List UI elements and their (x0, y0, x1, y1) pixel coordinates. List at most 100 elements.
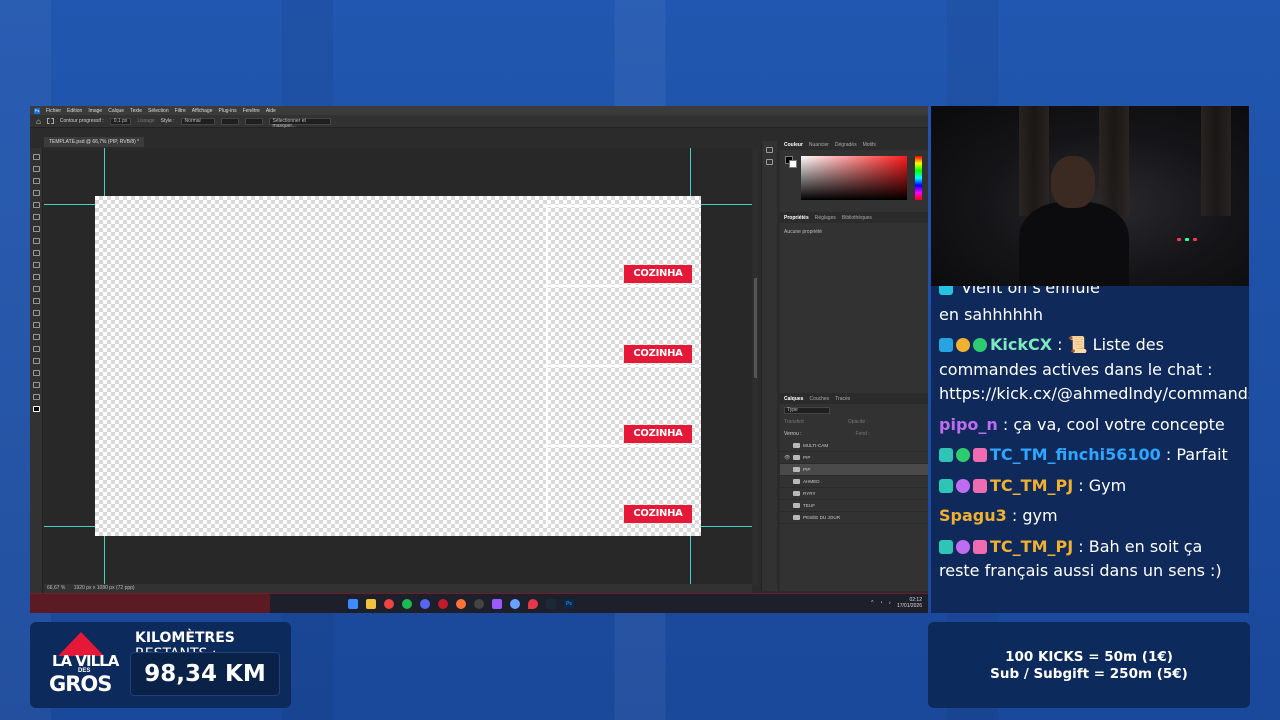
firefox-icon[interactable] (456, 599, 466, 609)
zoom-tool-icon[interactable] (32, 394, 40, 400)
chat-username[interactable]: Spagu3 (939, 506, 1007, 525)
gradient-tool-icon[interactable] (32, 298, 40, 304)
layer-filter-select[interactable]: Type (784, 406, 830, 414)
tab-libraries[interactable]: Bibliothèques (842, 215, 872, 221)
color-swatches-icon[interactable] (32, 406, 40, 412)
chat-username[interactable]: TC_TM_PJ (990, 476, 1073, 495)
menu-filter[interactable]: Filtre (175, 108, 186, 114)
crop-tool-icon[interactable] (32, 202, 40, 208)
slot-label: COZINHA (624, 505, 692, 523)
obs-icon[interactable] (474, 599, 484, 609)
type-tool-icon[interactable] (32, 346, 40, 352)
vertical-scrollbar[interactable] (753, 148, 758, 585)
visibility-eye-icon[interactable]: 👁 (784, 455, 790, 461)
tab-paths[interactable]: Tracés (835, 396, 850, 402)
healing-tool-icon[interactable] (32, 238, 40, 244)
frame-tool-icon[interactable] (32, 214, 40, 220)
marquee-tool-icon[interactable] (32, 166, 40, 172)
spotify-icon[interactable] (402, 599, 412, 609)
blend-mode-select[interactable]: Transfert (784, 419, 804, 425)
hue-slider[interactable] (915, 156, 922, 200)
photoshop-taskbar-icon[interactable]: Ps (564, 599, 574, 609)
brush-tool-icon[interactable] (32, 250, 40, 256)
menu-file[interactable]: Fichier (46, 108, 61, 114)
shape-tool-icon[interactable] (32, 370, 40, 376)
file-explorer-icon[interactable] (366, 599, 376, 609)
chevron-up-icon[interactable]: ^ (871, 600, 873, 606)
menu-layer[interactable]: Calque (108, 108, 124, 114)
canvas-area[interactable]: COZINHA COZINHA COZINHA COZINHA (44, 148, 752, 585)
menu-select[interactable]: Sélection (148, 108, 169, 114)
steam-icon[interactable] (546, 599, 556, 609)
volume-icon[interactable]: ♪ (888, 600, 891, 606)
wifi-icon[interactable]: ◔ (879, 600, 882, 606)
tab-swatches[interactable]: Nuancier (809, 142, 829, 148)
menu-plugins[interactable]: Plug-ins (219, 108, 237, 114)
discord-icon[interactable] (420, 599, 430, 609)
tier-badge-icon (956, 539, 970, 554)
pip-slot: COZINHA (546, 205, 701, 285)
start-icon[interactable] (348, 599, 358, 609)
stamp-tool-icon[interactable] (32, 262, 40, 268)
hand-tool-icon[interactable] (32, 382, 40, 388)
document-tab[interactable]: TEMPLATE.psd @ 66,7% (PIP, RVB/8) * (44, 137, 145, 147)
dodge-tool-icon[interactable] (32, 322, 40, 328)
tab-color[interactable]: Couleur (784, 142, 803, 148)
wand-tool-icon[interactable] (32, 190, 40, 196)
tab-channels[interactable]: Couches (809, 396, 829, 402)
app-icon[interactable] (510, 599, 520, 609)
menu-image[interactable]: Image (88, 108, 102, 114)
layer-row[interactable]: TEUF (780, 500, 928, 512)
eraser-tool-icon[interactable] (32, 286, 40, 292)
history-brush-icon[interactable] (32, 274, 40, 280)
layer-row[interactable]: AHMED (780, 476, 928, 488)
menu-window[interactable]: Fenêtre (243, 108, 260, 114)
tab-patterns[interactable]: Motifs (863, 142, 876, 148)
layer-row[interactable]: PESÉE DU JOUR (780, 512, 928, 524)
app-icon[interactable] (492, 599, 502, 609)
chrome-icon[interactable] (384, 599, 394, 609)
layer-row-selected[interactable]: PIP (780, 464, 928, 476)
history-panel-icon[interactable] (766, 147, 773, 153)
chat-username[interactable]: TC_TM_PJ (990, 537, 1073, 556)
eyedropper-tool-icon[interactable] (32, 226, 40, 232)
path-select-icon[interactable] (32, 358, 40, 364)
zoom-level[interactable]: 66,67 % (47, 585, 65, 591)
pen-tool-icon[interactable] (32, 334, 40, 340)
document-canvas[interactable]: COZINHA COZINHA COZINHA COZINHA (95, 196, 701, 536)
lasso-tool-icon[interactable] (32, 178, 40, 184)
height-input[interactable] (244, 117, 263, 125)
menu-view[interactable]: Affichage (192, 108, 213, 114)
layer-row[interactable]: MULTI-CAM (780, 440, 928, 452)
color-picker-field[interactable] (801, 156, 907, 200)
chat-username[interactable]: KickCX (990, 335, 1052, 354)
menu-text[interactable]: Texte (130, 108, 142, 114)
gift-badge-icon (973, 478, 987, 493)
contour-input[interactable]: 0,1 px (109, 117, 132, 125)
move-tool-icon[interactable] (32, 154, 40, 160)
width-input[interactable] (220, 117, 239, 125)
menu-edit[interactable]: Edition (67, 108, 82, 114)
clock[interactable]: 02:12 17/01/2026 (897, 597, 922, 609)
tab-properties[interactable]: Propriétés (784, 215, 809, 221)
km-counter-box: LA VILLA DES GROS KILOMÈTRES RESTANTS : … (30, 622, 291, 708)
tab-layers[interactable]: Calques (784, 396, 803, 402)
style-select[interactable]: Normal (180, 117, 215, 125)
blur-tool-icon[interactable] (32, 310, 40, 316)
opera-icon[interactable] (438, 599, 448, 609)
layer-row[interactable]: RYRY (780, 488, 928, 500)
menu-help[interactable]: Aide (266, 108, 276, 114)
layer-row[interactable]: 👁 PIP (780, 452, 928, 464)
chat-username[interactable]: TC_TM_finchi56100 (990, 445, 1161, 464)
select-mask-button[interactable]: Sélectionner et masquer... (268, 117, 331, 128)
adjust-panel-icon[interactable] (766, 159, 773, 165)
map-pin-icon[interactable] (528, 599, 538, 609)
slot-label: COZINHA (624, 345, 692, 363)
tab-gradients[interactable]: Dégradés (835, 142, 857, 148)
chat-username[interactable]: pipo_n (939, 415, 998, 434)
home-icon[interactable]: ⌂ (36, 117, 41, 126)
background-swatch[interactable] (789, 160, 797, 168)
color-panel (780, 150, 928, 212)
tab-adjustments[interactable]: Réglages (815, 215, 836, 221)
marquee-tool-icon[interactable] (46, 118, 54, 124)
